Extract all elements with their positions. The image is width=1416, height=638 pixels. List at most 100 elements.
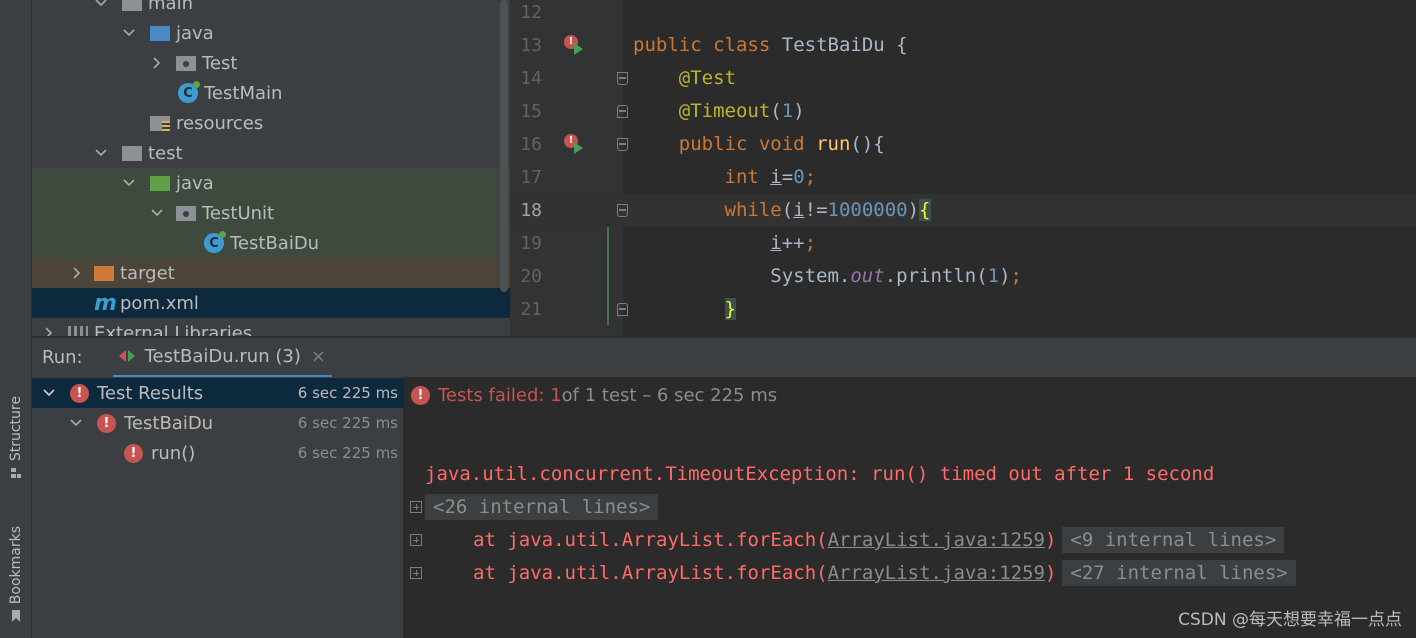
code-text: } — [724, 298, 736, 320]
tests-failed-text: Tests failed: 1 — [438, 385, 562, 406]
code-line: 14 @Test — [510, 62, 1416, 95]
run-config-tab[interactable]: TestBaiDu.run (3) × — [112, 338, 332, 378]
code-text: @Timeout(1) — [678, 100, 805, 122]
class-icon: C — [178, 81, 200, 103]
internal-lines-fold[interactable]: <9 internal lines> — [1062, 527, 1285, 553]
tree-item-label: target — [120, 262, 175, 284]
tree-item-test-package[interactable]: Test — [32, 48, 510, 78]
code-text: i++; — [770, 232, 817, 254]
result-time: 6 sec 225 ms — [297, 444, 398, 462]
tree-item-java-test[interactable]: java — [32, 168, 510, 198]
chevron-down-icon[interactable] — [94, 0, 108, 10]
tree-item-label: Test — [202, 52, 238, 74]
project-tree: main java Test C TestMain resources test — [32, 0, 510, 336]
code-text: public void run(){ — [678, 133, 885, 155]
fold-icon[interactable] — [617, 72, 628, 85]
class-icon: C — [204, 231, 226, 253]
console-stack-frame: at java.util.ArrayList.forEach(ArrayList… — [405, 558, 1296, 588]
structure-icon — [11, 468, 21, 479]
tree-item-label: pom.xml — [120, 292, 199, 314]
error-icon: ! — [70, 383, 89, 403]
tree-item-target[interactable]: target — [32, 258, 510, 288]
result-label: run() — [151, 442, 196, 464]
test-console[interactable]: ! Tests failed: 1 of 1 test – 6 sec 225 … — [405, 377, 1416, 638]
fold-icon[interactable] — [617, 204, 628, 217]
tests-summary-text: of 1 test – 6 sec 225 ms — [561, 385, 778, 406]
expand-icon[interactable] — [410, 567, 422, 579]
tree-item-testbaidu[interactable]: C TestBaiDu — [32, 228, 510, 258]
test-results-tree: ! Test Results 6 sec 225 ms ! TestBaiDu … — [32, 377, 404, 638]
structure-tool-tab[interactable]: Structure — [0, 396, 32, 479]
code-line: 19 i++; — [510, 227, 1416, 260]
run-test-class-icon[interactable]: ! — [564, 35, 586, 57]
result-row-test-results[interactable]: ! Test Results 6 sec 225 ms — [32, 378, 404, 408]
chevron-right-icon[interactable] — [70, 266, 84, 280]
result-row-class[interactable]: ! TestBaiDu 6 sec 225 ms — [32, 408, 404, 438]
tree-item-pom[interactable]: m pom.xml — [32, 288, 510, 318]
test-run-icon — [118, 349, 137, 363]
tree-item-label: test — [148, 142, 183, 164]
fold-icon[interactable] — [617, 105, 628, 118]
error-icon: ! — [124, 443, 143, 463]
line-number: 17 — [520, 167, 542, 188]
line-number: 15 — [520, 101, 542, 122]
code-text: while(i!=1000000){ — [724, 199, 931, 221]
chevron-right-icon[interactable] — [150, 56, 164, 70]
internal-lines-fold[interactable]: <27 internal lines> — [1062, 560, 1296, 586]
chevron-right-icon[interactable] — [42, 326, 56, 336]
close-icon[interactable]: × — [311, 346, 326, 367]
tree-scrollbar[interactable] — [500, 0, 508, 292]
fold-icon[interactable] — [617, 303, 628, 316]
result-label: TestBaiDu — [124, 412, 214, 434]
maven-icon: m — [94, 290, 117, 316]
tree-item-java-main[interactable]: java — [32, 18, 510, 48]
line-number: 20 — [520, 266, 542, 287]
code-editor[interactable]: 12 13 ! public class TestBaiDu { 14 @Tes… — [510, 0, 1416, 336]
watermark-text: CSDN @每天想要幸福一点点 — [1178, 610, 1402, 630]
console-stack-frame: at java.util.ArrayList.forEach(ArrayList… — [405, 525, 1285, 555]
tree-item-main[interactable]: main — [32, 0, 510, 18]
tree-item-testunit-package[interactable]: TestUnit — [32, 198, 510, 228]
chevron-down-icon[interactable] — [122, 176, 136, 190]
chevron-down-icon[interactable] — [69, 416, 83, 430]
tree-item-label: java — [176, 172, 214, 194]
fold-icon[interactable] — [617, 138, 628, 151]
result-label: Test Results — [97, 382, 204, 404]
line-number: 19 — [520, 233, 542, 254]
source-link[interactable]: ArrayList.java:1259 — [828, 529, 1045, 551]
code-line: 13 ! public class TestBaiDu { — [510, 29, 1416, 62]
tree-item-external-libraries[interactable]: External Libraries — [32, 318, 510, 336]
tree-item-test-folder[interactable]: test — [32, 138, 510, 168]
run-test-method-icon[interactable]: ! — [564, 134, 586, 156]
chevron-down-icon[interactable] — [42, 386, 56, 400]
chevron-down-icon[interactable] — [94, 146, 108, 160]
bookmarks-tab-label: Bookmarks — [8, 526, 24, 605]
tree-item-label: java — [176, 22, 214, 44]
source-link[interactable]: ArrayList.java:1259 — [828, 562, 1045, 584]
line-number: 13 — [520, 35, 542, 56]
line-number: 21 — [520, 299, 542, 320]
chevron-down-icon[interactable] — [150, 206, 164, 220]
expand-icon[interactable] — [410, 534, 422, 546]
result-row-method[interactable]: ! run() 6 sec 225 ms — [32, 438, 404, 468]
code-text: public class TestBaiDu { — [633, 34, 908, 56]
bookmark-icon — [12, 610, 20, 623]
code-text: @Test — [678, 67, 736, 89]
line-number: 16 — [520, 134, 542, 155]
tree-item-resources[interactable]: resources — [32, 108, 510, 138]
code-text: System.out.println(1); — [770, 265, 1022, 287]
code-line: 20 System.out.println(1); — [510, 260, 1416, 293]
test-status-bar: ! Tests failed: 1 of 1 test – 6 sec 225 … — [411, 385, 777, 406]
result-time: 6 sec 225 ms — [297, 384, 398, 402]
source-folder-icon — [150, 25, 170, 41]
code-line-current: 18 while(i!=1000000){ — [510, 194, 1416, 227]
folder-icon — [122, 145, 142, 161]
code-line: 17 int i=0; — [510, 161, 1416, 194]
chevron-down-icon[interactable] — [122, 26, 136, 40]
tree-item-label: External Libraries — [94, 322, 253, 337]
folder-icon — [122, 0, 142, 11]
internal-lines-fold[interactable]: <26 internal lines> — [425, 494, 659, 520]
expand-icon[interactable] — [410, 501, 422, 513]
tree-item-testmain[interactable]: C TestMain — [32, 78, 510, 108]
bookmarks-tool-tab[interactable]: Bookmarks — [0, 526, 32, 623]
